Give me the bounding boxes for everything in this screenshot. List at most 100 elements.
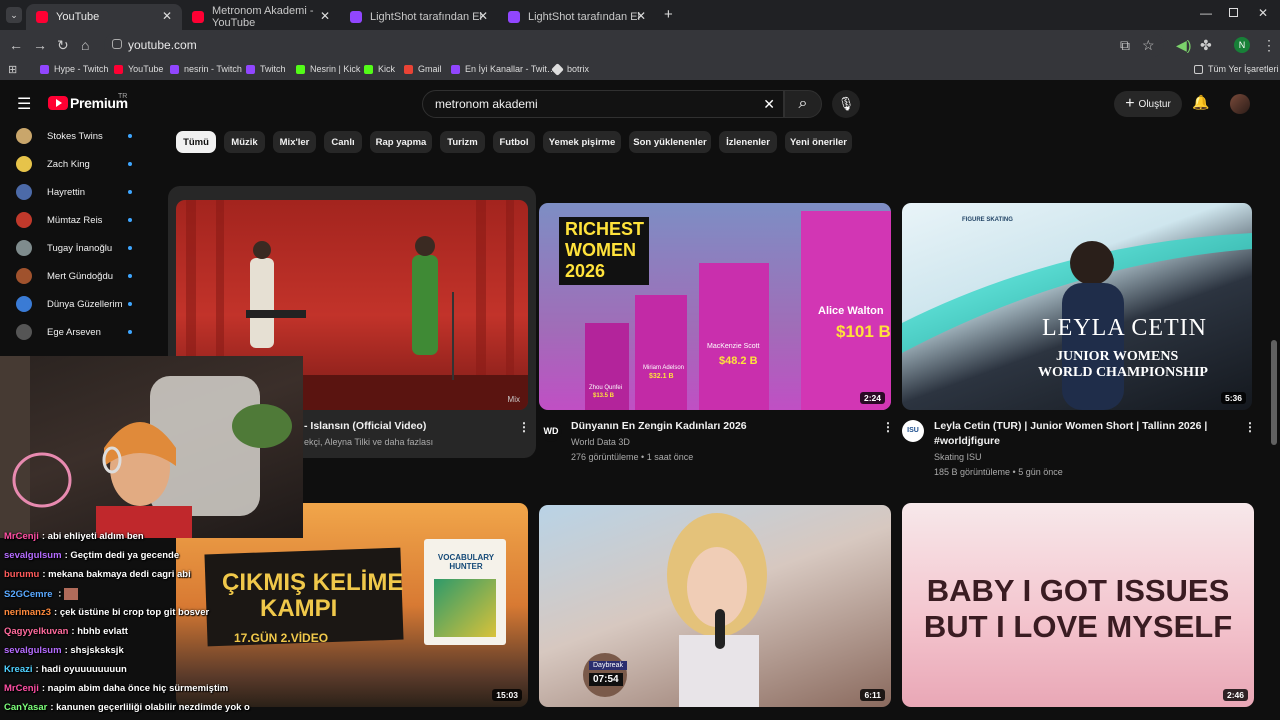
sidebar-item-zach-king[interactable]: Zach King (16, 154, 140, 174)
channel-name[interactable]: Skating ISU (934, 450, 982, 465)
chip-tourism[interactable]: Turizm (440, 131, 485, 153)
chip-cooking[interactable]: Yemek pişirme (543, 131, 621, 153)
all-bookmarks-folder[interactable]: Tüm Yer İşaretleri (1194, 64, 1279, 74)
close-tab-icon[interactable]: ✕ (478, 9, 488, 23)
video-title[interactable]: Leyla Cetin (TUR) | Junior Women Short |… (934, 419, 1224, 449)
baby-text-1: BABY I GOT ISSUES (926, 573, 1230, 608)
tab-metronom[interactable]: Metronom Akademi - YouTube ✕ (182, 4, 340, 30)
chip-rap[interactable]: Rap yapma (370, 131, 432, 153)
sidebar-item-mumtaz-reis[interactable]: Mümtaz Reis (16, 210, 140, 230)
channel-name[interactable]: World Data 3D (571, 435, 630, 450)
create-button[interactable]: + Oluştur (1114, 91, 1182, 117)
bookmark-nesrin-kick[interactable]: Nesrin | Kick (296, 64, 360, 74)
account-avatar[interactable] (1230, 94, 1250, 114)
chip-watched[interactable]: İzlenenler (719, 131, 777, 153)
close-tab-icon[interactable]: ✕ (162, 9, 172, 23)
sidebar-item-tugay-inanoglu[interactable]: Tugay İnanoğlu (16, 238, 140, 258)
apps-grid-icon[interactable]: ⊞ (8, 63, 17, 76)
bookmark-twitch[interactable]: Twitch (246, 64, 286, 74)
sidebar-item-mert-gundogdu[interactable]: Mert Gündoğdu (16, 266, 140, 286)
bookmark-kick[interactable]: Kick (364, 64, 395, 74)
tab-lightshot-2[interactable]: LightShot tarafından Ekran Gör… ✕ (498, 4, 656, 30)
new-content-dot (128, 302, 132, 306)
chip-football[interactable]: Futbol (493, 131, 535, 153)
video-title[interactable]: Dünyanın En Zengin Kadınları 2026 (571, 419, 871, 434)
plus-icon: + (1125, 95, 1135, 112)
chip-music[interactable]: Müzik (224, 131, 265, 153)
streamer-webcam (0, 356, 303, 538)
tab-label: LightShot tarafından Ekran Gör… (370, 11, 482, 23)
more-actions-icon[interactable]: ⋮ (518, 420, 530, 434)
search-button[interactable]: ⌕ (784, 90, 822, 118)
video-thumbnail[interactable]: FIGURE SKATING LEYLA CETIN JUNIOR WOMENS… (902, 203, 1252, 410)
botrix-icon (551, 62, 564, 76)
chat-emote-icon (64, 588, 79, 600)
chip-all[interactable]: Tümü (176, 131, 216, 153)
bookmark-en-iyi-kanallar[interactable]: En İyi Kanallar - Twit… (451, 64, 556, 74)
sidebar-item-ege-arseven[interactable]: Ege Arseven (16, 322, 140, 342)
hamburger-menu-icon[interactable]: ☰ (17, 94, 31, 114)
audio-playing-icon[interactable]: ◀) (1176, 37, 1191, 54)
video-thumbnail[interactable]: Daybreak 07:54 6:11 (539, 505, 891, 707)
bookmark-gmail[interactable]: Gmail (404, 64, 442, 74)
video-meta: 185 B görüntüleme • 5 gün önce (934, 467, 1063, 477)
new-content-dot (128, 218, 132, 222)
new-content-dot (128, 162, 132, 166)
bookmark-nesrin-twitch[interactable]: nesrin - Twitch (170, 64, 242, 74)
tab-list-dropdown-icon[interactable]: ⌄ (6, 7, 22, 23)
more-actions-icon[interactable]: ⋮ (1244, 420, 1256, 434)
bar-miriam (635, 295, 687, 410)
close-tab-icon[interactable]: ✕ (320, 9, 330, 23)
channel-avatar (16, 240, 32, 256)
install-app-icon[interactable]: ⧉ (1120, 37, 1130, 54)
reload-icon[interactable]: ↻ (57, 37, 69, 54)
webcam-scene (0, 356, 292, 538)
youtube-header: ☰ Premium TR metronom akademi ✕ ⌕ 🎙 + Olu… (0, 80, 1280, 128)
bookmark-botrix[interactable]: botrix (551, 62, 589, 76)
clear-search-icon[interactable]: ✕ (763, 96, 775, 113)
twitch-icon (246, 64, 255, 74)
channel-avatar-isu[interactable]: ISU (902, 420, 924, 442)
new-tab-plus-icon[interactable]: + (664, 6, 673, 23)
site-info-icon[interactable] (112, 39, 122, 49)
bookmark-star-icon[interactable]: ☆ (1142, 37, 1155, 54)
tab-youtube[interactable]: YouTube ✕ (26, 4, 182, 30)
browser-menu-icon[interactable]: ⋮ (1262, 37, 1276, 54)
close-window-icon[interactable]: ✕ (1258, 6, 1268, 20)
forward-arrow-icon[interactable]: → (33, 37, 47, 53)
channel-avatar-world-data[interactable]: WD (540, 420, 562, 442)
voice-search-button[interactable]: 🎙 (832, 90, 860, 118)
tab-lightshot-1[interactable]: LightShot tarafından Ekran Gör… ✕ (340, 4, 498, 30)
sidebar-item-dunya-guzellerim[interactable]: Dünya Güzellerim (16, 294, 140, 314)
video-title[interactable]: - Islansın (Official Video) (304, 419, 504, 434)
sidebar-item-hayrettin[interactable]: Hayrettin (16, 182, 140, 202)
profile-avatar-icon[interactable]: N (1234, 37, 1250, 53)
video-thumbnail[interactable]: BABY I GOT ISSUES BUT I LOVE MYSELF 2:46 (902, 503, 1254, 707)
home-icon[interactable]: ⌂ (81, 37, 89, 53)
search-input[interactable]: metronom akademi ✕ (422, 90, 784, 118)
video-thumbnail[interactable]: RICHEST WOMEN 2026 Alice Walton $101 B M… (539, 203, 891, 410)
youtube-favicon-icon (192, 11, 204, 23)
new-content-dot (128, 134, 132, 138)
tab-label: LightShot tarafından Ekran Gör… (528, 11, 640, 23)
chip-recently-uploaded[interactable]: Son yüklenenler (629, 131, 711, 153)
address-bar[interactable]: youtube.com (104, 33, 1164, 57)
url-text: youtube.com (128, 38, 197, 52)
page-scrollbar[interactable] (1271, 340, 1277, 445)
back-arrow-icon[interactable]: ← (9, 37, 23, 53)
chip-mixes[interactable]: Mix'ler (273, 131, 316, 153)
youtube-logo-icon[interactable] (48, 96, 68, 110)
chat-message: burumu: mekana bakmaya dedi cagri abi (4, 569, 191, 580)
maximize-icon[interactable] (1229, 8, 1238, 17)
notifications-bell-icon[interactable]: 🔔 (1192, 94, 1209, 111)
chip-new-recommendations[interactable]: Yeni öneriler (785, 131, 852, 153)
close-tab-icon[interactable]: ✕ (636, 9, 646, 23)
chip-live[interactable]: Canlı (324, 131, 362, 153)
extensions-icon[interactable]: ✤ (1200, 37, 1212, 54)
channel-avatar (16, 296, 32, 312)
sidebar-item-stokes-twins[interactable]: Stokes Twins (16, 126, 140, 146)
minimize-icon[interactable]: — (1200, 6, 1212, 20)
more-actions-icon[interactable]: ⋮ (882, 420, 894, 434)
bookmark-hype-twitch[interactable]: Hype - Twitch (40, 64, 108, 74)
bookmark-youtube[interactable]: YouTube (114, 64, 163, 74)
